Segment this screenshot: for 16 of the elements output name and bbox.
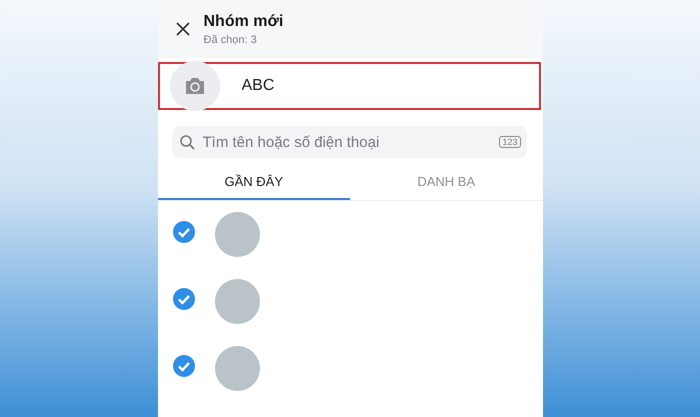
- tab[interactable]: DANH BẠ: [350, 164, 542, 200]
- checkbox[interactable]: [172, 288, 194, 310]
- close-icon[interactable]: [176, 22, 190, 36]
- avatar-photo-placeholder: [214, 279, 260, 324]
- search-icon: [180, 134, 194, 150]
- keypad-toggle[interactable]: 123: [499, 136, 520, 148]
- camera-icon: [184, 77, 206, 95]
- tab[interactable]: GẦN ĐÂY: [158, 164, 350, 200]
- screen-title: Nhóm mới: [204, 12, 284, 30]
- search-field[interactable]: Tìm tên hoặc số điện thoại 123: [172, 126, 526, 158]
- checkbox[interactable]: [172, 221, 194, 243]
- group-photo-button[interactable]: [170, 61, 220, 111]
- avatar-photo-placeholder: [214, 346, 260, 391]
- checkbox[interactable]: [172, 355, 194, 377]
- selected-count: Đã chọn: 3: [204, 34, 258, 46]
- avatar-photo-placeholder: [214, 212, 260, 257]
